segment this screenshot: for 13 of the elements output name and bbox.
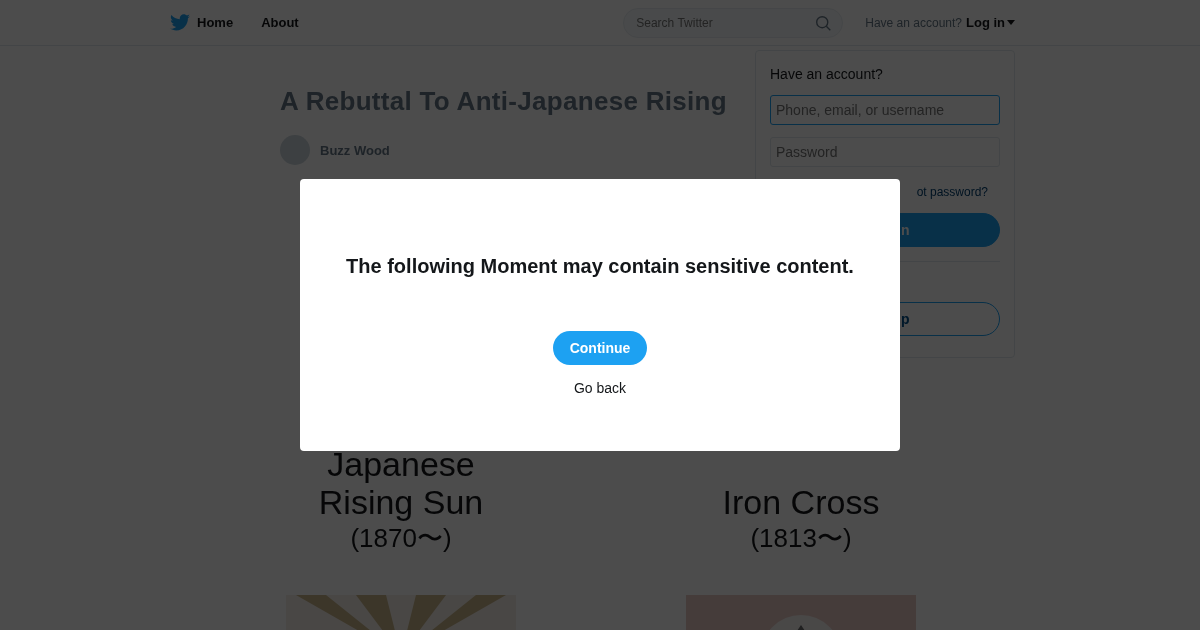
continue-button[interactable]: Continue <box>552 331 648 365</box>
dialog-message: The following Moment may contain sensitive content. <box>346 255 854 278</box>
card-caption: Iron Cross <box>722 483 880 521</box>
card-caption: (1813〜) <box>750 522 852 555</box>
go-back-link[interactable]: Go back <box>573 380 627 396</box>
login-link[interactable]: Log in <box>966 15 1015 30</box>
card-caption: Japanese <box>327 445 475 483</box>
dropdown-heading: Have an account? <box>770 66 884 82</box>
nav-link[interactable]: Home <box>197 15 234 30</box>
forgot-password-link[interactable]: ot password? <box>916 185 988 199</box>
card-caption: (1870〜) <box>350 522 452 555</box>
nav-link[interactable]: About <box>261 15 299 30</box>
card-caption: Rising Sun <box>318 483 484 521</box>
